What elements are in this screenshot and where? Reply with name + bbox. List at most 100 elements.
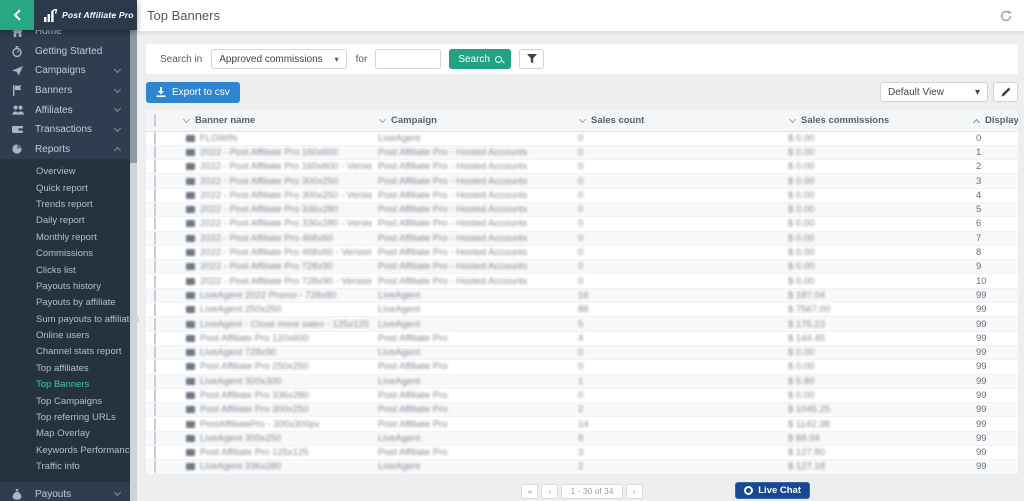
column-header-campaign[interactable]: Campaign xyxy=(372,110,572,131)
row-checkbox[interactable] xyxy=(154,318,156,331)
reports-submenu-item[interactable]: Traffic info xyxy=(0,459,130,475)
reports-submenu-item[interactable]: Payouts history xyxy=(0,279,130,295)
table-row[interactable]: Post Affiliate Pro 300x250 Post Affiliat… xyxy=(146,403,1018,417)
reports-submenu-item[interactable]: Top affiliates xyxy=(0,361,130,377)
live-chat-button[interactable]: Live Chat xyxy=(735,482,810,499)
table-row[interactable]: Post Affiliate Pro 125x125 Post Affiliat… xyxy=(146,446,1018,460)
row-checkbox[interactable] xyxy=(154,460,156,473)
row-checkbox[interactable] xyxy=(154,403,156,416)
row-checkbox[interactable] xyxy=(154,432,156,445)
filter-button[interactable] xyxy=(519,49,544,69)
table-row[interactable]: Post Affiliate Pro 336x280 Post Affiliat… xyxy=(146,388,1018,402)
row-checkbox[interactable] xyxy=(154,146,156,159)
table-row[interactable]: LiveAgent 336x280 LiveAgent 2 $ 127.18 9… xyxy=(146,460,1018,474)
row-checkbox[interactable] xyxy=(154,175,156,188)
table-row[interactable]: PostAffiliatePro - 300x300px Post Affili… xyxy=(146,417,1018,431)
reports-submenu-item[interactable]: Payouts by affiliate xyxy=(0,295,130,311)
row-checkbox[interactable] xyxy=(154,203,156,216)
sidebar-item-getting-started[interactable]: Getting Started xyxy=(0,42,130,62)
column-header-sales-commissions[interactable]: Sales commissions xyxy=(782,110,966,131)
row-checkbox[interactable] xyxy=(154,132,156,145)
reports-submenu-item[interactable]: Monthly report xyxy=(0,230,130,246)
column-header-sales-count[interactable]: Sales count xyxy=(572,110,782,131)
sidebar-item-transactions[interactable]: Transactions xyxy=(0,120,130,140)
table-row[interactable]: 2022 - Post Affiliate Pro 336x280 - Vers… xyxy=(146,217,1018,231)
view-select[interactable]: Default View ▾ xyxy=(880,82,988,102)
reports-submenu-item[interactable]: Clicks list xyxy=(0,263,130,279)
sidebar-scrollbar-thumb[interactable] xyxy=(130,30,137,163)
refresh-icon[interactable] xyxy=(1000,10,1012,22)
reports-submenu-item[interactable]: Top referring URLs xyxy=(0,410,130,426)
sidebar-scrollbar[interactable] xyxy=(130,0,137,501)
reports-submenu-item[interactable]: Commissions xyxy=(0,246,130,262)
column-header-display-order[interactable]: Display order xyxy=(966,110,1018,131)
table-row[interactable]: 2022 - Post Affiliate Pro 160x600 - Vers… xyxy=(146,160,1018,174)
row-checkbox[interactable] xyxy=(154,217,156,230)
table-row[interactable]: LiveAgent 728x90 LiveAgent 0 $ 0.00 99 xyxy=(146,345,1018,359)
pagination-first-button[interactable]: « xyxy=(521,484,538,499)
search-input[interactable] xyxy=(375,49,441,69)
reports-submenu-item[interactable]: Channel stats report xyxy=(0,344,130,360)
row-checkbox[interactable] xyxy=(154,289,156,302)
row-checkbox[interactable] xyxy=(154,232,156,245)
table-row[interactable]: 2022 - Post Affiliate Pro 468x60 Post Af… xyxy=(146,231,1018,245)
search-button[interactable]: Search xyxy=(449,49,511,69)
table-row[interactable]: LiveAgent 300x250 LiveAgent 8 $ 88.04 99 xyxy=(146,431,1018,445)
reports-submenu-item[interactable]: Top Banners xyxy=(0,377,130,393)
pagination-next-button[interactable]: › xyxy=(626,484,643,499)
reports-submenu-item[interactable]: Online users xyxy=(0,328,130,344)
table-row[interactable]: Post Affiliate Pro 250x250 Post Affiliat… xyxy=(146,360,1018,374)
select-all-checkbox[interactable] xyxy=(154,114,156,127)
row-checkbox[interactable] xyxy=(154,375,156,388)
table-row[interactable]: 2022 - Post Affiliate Pro 160x600 Post A… xyxy=(146,145,1018,159)
reports-submenu-item[interactable]: Overview xyxy=(0,164,130,180)
table-row[interactable]: LiveAgent 250x250 LiveAgent 88 $ 7567.00… xyxy=(146,303,1018,317)
row-checkbox[interactable] xyxy=(154,160,156,173)
row-checkbox[interactable] xyxy=(154,275,156,288)
row-checkbox[interactable] xyxy=(154,360,156,373)
row-checkbox[interactable] xyxy=(154,418,156,431)
submenu-item-label: Daily report xyxy=(36,215,85,226)
row-checkbox[interactable] xyxy=(154,189,156,202)
column-header-banner-name[interactable]: Banner name xyxy=(176,110,372,131)
reports-submenu-item[interactable]: Map Overlay xyxy=(0,426,130,442)
search-in-select[interactable]: Approved commissions ▾ xyxy=(211,49,346,69)
flag-icon xyxy=(12,85,24,96)
for-label: for xyxy=(356,54,368,65)
banner-thumbnail-icon xyxy=(186,421,195,428)
table-row[interactable]: FLOWIN LiveAgent 0 $ 0.00 0 xyxy=(146,131,1018,145)
reports-submenu-item[interactable]: Sum payouts to affiliates xyxy=(0,312,130,328)
sidebar-item-payouts[interactable]: Payouts xyxy=(0,485,130,501)
table-row[interactable]: Post Affiliate Pro 120x600 Post Affiliat… xyxy=(146,331,1018,345)
row-checkbox[interactable] xyxy=(154,260,156,273)
row-checkbox[interactable] xyxy=(154,303,156,316)
pagination-prev-button[interactable]: ‹ xyxy=(541,484,558,499)
reports-submenu-item[interactable]: Trends report xyxy=(0,197,130,213)
row-checkbox[interactable] xyxy=(154,246,156,259)
row-checkbox[interactable] xyxy=(154,446,156,459)
row-checkbox[interactable] xyxy=(154,389,156,402)
table-row[interactable]: 2022 - Post Affiliate Pro 300x250 - Vers… xyxy=(146,188,1018,202)
sidebar-item-affiliates[interactable]: Affiliates xyxy=(0,100,130,120)
table-row[interactable]: 2022 - Post Affiliate Pro 728x90 Post Af… xyxy=(146,260,1018,274)
sidebar-item-campaigns[interactable]: Campaigns xyxy=(0,61,130,81)
row-checkbox[interactable] xyxy=(154,346,156,359)
row-checkbox[interactable] xyxy=(154,332,156,345)
table-row[interactable]: 2022 - Post Affiliate Pro 336x280 Post A… xyxy=(146,202,1018,216)
reports-submenu-item[interactable]: Top Campaigns xyxy=(0,394,130,410)
table-row[interactable]: 2022 - Post Affiliate Pro 468x60 - Versi… xyxy=(146,245,1018,259)
reports-submenu-item[interactable]: Keywords Performance xyxy=(0,443,130,459)
table-row[interactable]: 2022 - Post Affiliate Pro 300x250 Post A… xyxy=(146,174,1018,188)
reports-submenu-item[interactable]: Daily report xyxy=(0,213,130,229)
table-row[interactable]: LiveAgent 300x300 LiveAgent 1 $ 5.80 99 xyxy=(146,374,1018,388)
sidebar-item-reports[interactable]: Reports xyxy=(0,140,130,160)
sidebar-item-banners[interactable]: Banners xyxy=(0,81,130,101)
reports-submenu-item[interactable]: Quick report xyxy=(0,181,130,197)
banner-name-text: 2022 - Post Affiliate Pro 468x60 xyxy=(200,233,333,244)
table-row[interactable]: LiveAgent 2022 Promo - 728x90 LiveAgent … xyxy=(146,288,1018,302)
table-row[interactable]: LiveAgent - Close more sales - 125x125 L… xyxy=(146,317,1018,331)
edit-view-button[interactable] xyxy=(993,82,1018,102)
table-row[interactable]: 2022 - Post Affiliate Pro 728x90 - Versi… xyxy=(146,274,1018,288)
collapse-sidebar-button[interactable] xyxy=(0,0,34,30)
export-csv-button[interactable]: Export to csv xyxy=(146,82,240,103)
